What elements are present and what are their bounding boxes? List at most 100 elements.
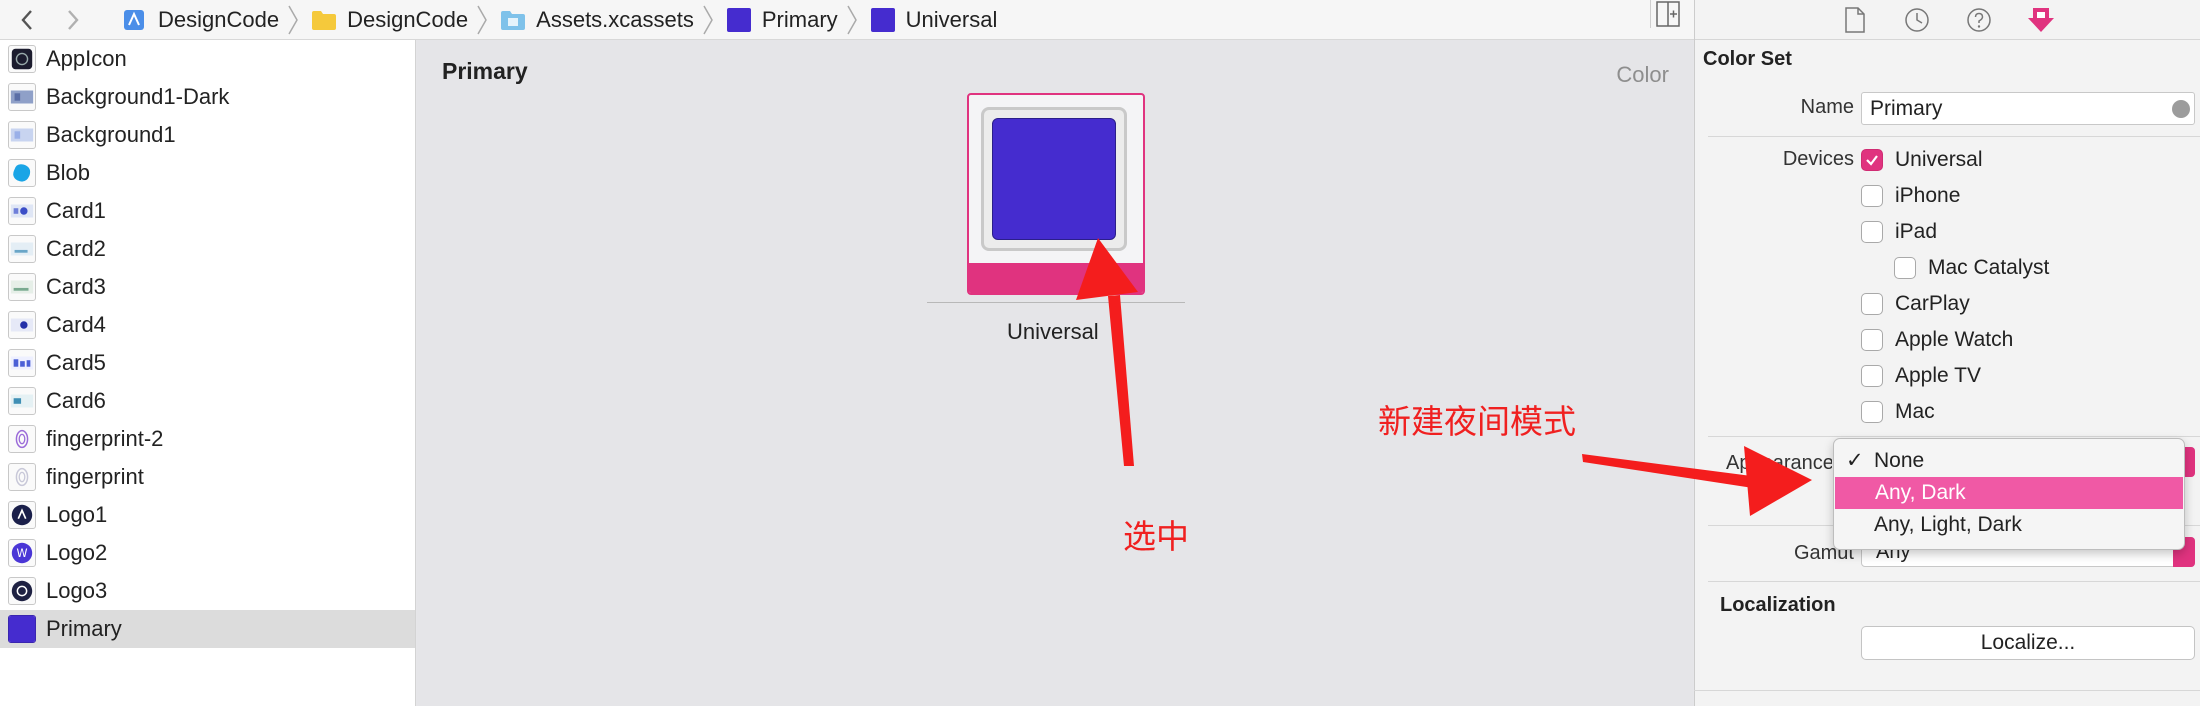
color-set-editor: Primary Color Universal xyxy=(417,40,1693,706)
device-label: Apple Watch xyxy=(1895,328,2014,351)
localize-button[interactable]: Localize... xyxy=(1861,626,2195,660)
checkmark-icon: ✓ xyxy=(1846,449,1864,472)
asset-list-item[interactable]: Primary xyxy=(0,610,415,648)
device-checkbox-row[interactable]: Apple Watch xyxy=(1861,326,2013,354)
file-inspector-icon[interactable] xyxy=(1841,6,1869,34)
breadcrumb-item-folder[interactable]: DesignCode xyxy=(311,0,468,39)
breadcrumb-item-universal[interactable]: Universal xyxy=(870,0,997,39)
asset-label: fingerprint-2 xyxy=(46,426,164,451)
name-field[interactable]: Primary xyxy=(1861,92,2195,125)
color-swatch-cell[interactable] xyxy=(967,93,1145,295)
device-label: Mac Catalyst xyxy=(1928,256,2050,279)
device-label: CarPlay xyxy=(1895,292,1970,315)
asset-label: Logo2 xyxy=(46,540,108,565)
breadcrumb-label: DesignCode xyxy=(347,6,469,32)
device-checkbox-row[interactable]: Mac Catalyst xyxy=(1894,254,2049,282)
color-swatch[interactable] xyxy=(992,118,1116,240)
image-set-icon xyxy=(8,273,36,301)
device-label: Universal xyxy=(1895,148,1983,171)
inspector-divider xyxy=(1708,136,2200,137)
history-inspector-icon[interactable] xyxy=(1903,6,1931,34)
checkmark-icon[interactable] xyxy=(1861,149,1883,171)
asset-label: Card5 xyxy=(46,350,106,375)
asset-list-item[interactable]: Card2 xyxy=(0,230,415,268)
appearances-label: Appearances xyxy=(1726,452,1832,474)
asset-label: Logo1 xyxy=(46,502,108,527)
asset-list-item[interactable]: Card4 xyxy=(0,306,415,344)
asset-list-item[interactable]: AppIcon xyxy=(0,40,415,78)
device-checkbox-row[interactable]: iPad xyxy=(1861,218,1937,246)
back-arrow-icon[interactable] xyxy=(8,5,46,35)
asset-list-item[interactable]: Logo3 xyxy=(0,572,415,610)
asset-label: Card1 xyxy=(46,198,106,223)
asset-list-item[interactable]: fingerprint-2 xyxy=(0,420,415,458)
forward-arrow-icon[interactable] xyxy=(54,5,92,35)
inspector-divider xyxy=(1708,436,2200,437)
chevron-right-icon xyxy=(287,5,303,35)
asset-list-item[interactable]: fingerprint xyxy=(0,458,415,496)
appearance-menu-item[interactable]: ✓ None xyxy=(1834,445,2184,477)
appearance-menu-label: Any, Light, Dark xyxy=(1874,513,2022,536)
asset-list-item[interactable]: Card5 xyxy=(0,344,415,382)
jump-bar: DesignCode DesignCode Assets.xcassets Pr… xyxy=(0,0,1694,40)
image-set-icon xyxy=(8,311,36,339)
breadcrumb-item-project[interactable]: DesignCode xyxy=(122,0,279,39)
asset-list-item[interactable]: Blob xyxy=(0,154,415,192)
image-set-icon xyxy=(8,235,36,263)
asset-list-item[interactable]: Card3 xyxy=(0,268,415,306)
asset-label: Card3 xyxy=(46,274,106,299)
asset-label: AppIcon xyxy=(46,46,127,71)
checkbox[interactable] xyxy=(1894,257,1916,279)
color-set-icon xyxy=(8,615,36,643)
asset-label: Primary xyxy=(46,616,122,641)
breadcrumb-label: Primary xyxy=(761,6,838,32)
breadcrumb-label: Assets.xcassets xyxy=(536,6,694,32)
image-set-icon xyxy=(8,501,36,529)
asset-label: Blob xyxy=(46,160,91,185)
device-checkbox-row[interactable]: iPhone xyxy=(1861,182,1960,210)
checkbox[interactable] xyxy=(1861,401,1883,423)
svg-text:W: W xyxy=(16,547,27,560)
checkbox[interactable] xyxy=(1861,221,1883,243)
asset-catalog-icon xyxy=(500,8,526,32)
image-set-icon xyxy=(8,197,36,225)
help-inspector-icon[interactable] xyxy=(1965,6,1993,34)
inspector-divider xyxy=(1694,690,2200,691)
device-label: Apple TV xyxy=(1895,364,1981,387)
asset-label: fingerprint xyxy=(46,464,144,489)
device-checkbox-row[interactable]: CarPlay xyxy=(1861,290,1970,318)
name-field-value: Primary xyxy=(1870,97,1943,120)
add-editor-icon[interactable] xyxy=(1650,0,1680,28)
go-arrow-icon[interactable] xyxy=(2172,100,2190,118)
inspector-divider xyxy=(1708,581,2200,582)
asset-list-item[interactable]: Card6 xyxy=(0,382,415,420)
asset-list-item[interactable]: W Logo2 xyxy=(0,534,415,572)
editor-title: Primary xyxy=(442,58,528,84)
annotation-dark-mode-note: 新建夜间模式 xyxy=(1378,402,1576,441)
swatch-divider xyxy=(927,302,1185,303)
asset-list-item[interactable]: Logo1 xyxy=(0,496,415,534)
color-set-icon xyxy=(726,7,752,32)
asset-list-item[interactable]: Background1 xyxy=(0,116,415,154)
asset-label: Card6 xyxy=(46,388,106,413)
attributes-inspector-icon[interactable] xyxy=(2027,6,2055,34)
asset-list-item[interactable]: Background1-Dark xyxy=(0,78,415,116)
asset-label: Background1 xyxy=(46,122,176,147)
breadcrumb-item-assets[interactable]: Assets.xcassets xyxy=(500,0,694,39)
breadcrumb-item-color-set[interactable]: Primary xyxy=(726,0,838,39)
selection-band xyxy=(969,263,1143,293)
device-checkbox-row[interactable]: Universal xyxy=(1861,146,1983,174)
device-checkbox-row[interactable]: Apple TV xyxy=(1861,362,1981,390)
appearance-menu-item[interactable]: Any, Dark xyxy=(1835,477,2183,509)
checkbox[interactable] xyxy=(1861,329,1883,351)
checkbox[interactable] xyxy=(1861,365,1883,387)
appearance-menu-label: None xyxy=(1874,449,1925,472)
asset-list-item[interactable]: Card1 xyxy=(0,192,415,230)
image-set-icon xyxy=(8,83,36,111)
checkbox[interactable] xyxy=(1861,185,1883,207)
checkbox[interactable] xyxy=(1861,293,1883,315)
devices-label: Devices xyxy=(1782,148,1854,170)
image-set-icon xyxy=(8,159,36,187)
appearance-menu-item[interactable]: Any, Light, Dark xyxy=(1834,509,2184,541)
device-checkbox-row[interactable]: Mac xyxy=(1861,398,1935,426)
